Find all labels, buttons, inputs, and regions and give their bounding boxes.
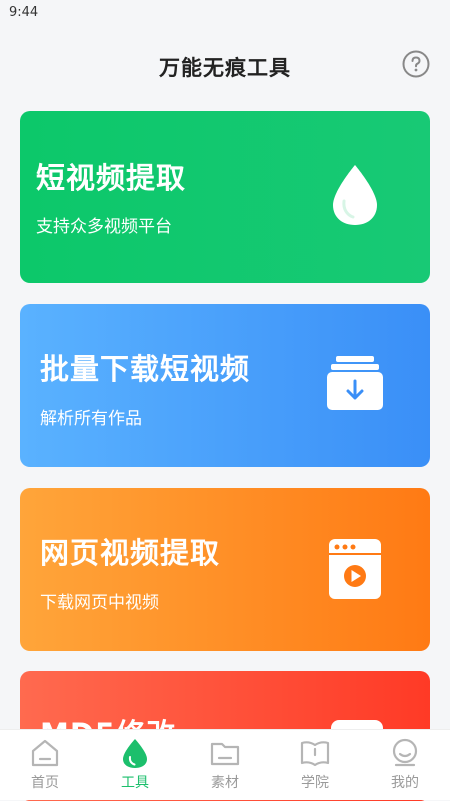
nav-label: 学院 — [301, 775, 329, 791]
nav-item-profile[interactable]: 我的 — [360, 730, 450, 800]
card-title: 网页视频提取 — [40, 536, 221, 570]
nav-label: 素材 — [211, 775, 239, 791]
status-bar: 9:44 — [0, 0, 450, 26]
help-button[interactable] — [402, 50, 430, 78]
nav-item-tools[interactable]: 工具 — [90, 730, 180, 800]
droplet-icon — [333, 165, 377, 225]
batch-download-icon — [327, 356, 383, 410]
status-time: 9:44 — [9, 5, 39, 20]
video-player-icon — [329, 539, 381, 599]
tools-droplet-icon — [123, 739, 147, 768]
card-subtitle: 下载网页中视频 — [40, 593, 159, 613]
card-title: 短视频提取 — [36, 161, 187, 195]
card-subtitle: 解析所有作品 — [40, 409, 142, 429]
nav-item-home[interactable]: 首页 — [0, 730, 90, 800]
nav-label: 工具 — [121, 775, 149, 791]
nav-item-materials[interactable]: 素材 — [180, 730, 270, 800]
question-circle-icon — [402, 50, 430, 78]
card-web-video-extract[interactable]: 网页视频提取 下载网页中视频 — [20, 488, 430, 651]
nav-label: 首页 — [31, 775, 59, 791]
card-batch-download[interactable]: 批量下载短视频 解析所有作品 — [20, 304, 430, 467]
page-title: 万能无痕工具 — [159, 56, 291, 80]
home-icon — [31, 739, 59, 767]
card-subtitle: 支持众多视频平台 — [36, 217, 172, 237]
nav-item-academy[interactable]: 学院 — [270, 730, 360, 800]
bottom-nav: 首页 工具 素材 学院 我的 — [0, 729, 450, 800]
title-bar: 万能无痕工具 — [0, 40, 450, 90]
nav-label: 我的 — [391, 775, 419, 791]
folder-icon — [210, 742, 240, 766]
book-icon — [300, 741, 330, 767]
card-title: 批量下载短视频 — [40, 352, 251, 386]
card-short-video-extract[interactable]: 短视频提取 支持众多视频平台 — [20, 111, 430, 283]
profile-icon — [392, 738, 418, 767]
